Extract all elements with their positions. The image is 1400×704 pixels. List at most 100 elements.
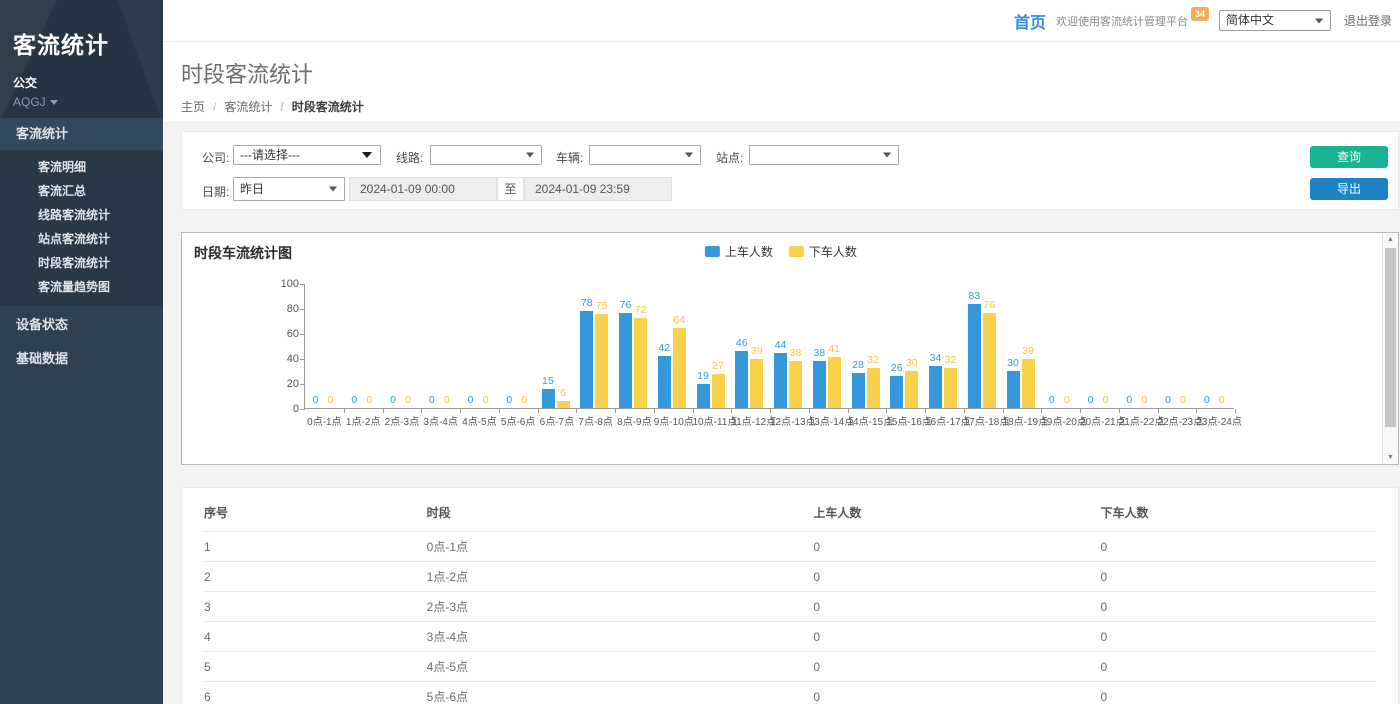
x-axis-label: 20点-21点	[1080, 413, 1119, 428]
y-axis-label: 60	[265, 328, 299, 340]
chart-scrollbar[interactable]: ▲ ▼	[1382, 233, 1398, 464]
account-name: AQGJ	[13, 95, 46, 109]
main-area: 首页 欢迎使用客流统计管理平台 34 简体中文 退出登录 时段客流统计 主页客流…	[163, 0, 1400, 704]
scrollbar-thumb[interactable]	[1385, 248, 1396, 427]
table-cell: 0	[1101, 652, 1376, 682]
chart-category-group: 3841	[809, 283, 848, 408]
chart-category-group: 00	[1080, 283, 1119, 408]
line-select[interactable]	[430, 145, 542, 165]
bar-alighting-value-label: 0	[1131, 394, 1157, 406]
language-select[interactable]: 简体中文	[1219, 10, 1331, 31]
sidebar-subitem-客流量趋势图[interactable]: 客流量趋势图	[0, 275, 163, 299]
chart-category-group: 00	[305, 283, 344, 408]
y-axis-label: 0	[265, 403, 299, 415]
sidebar-submenu: 客流明细客流汇总线路客流统计站点客流统计时段客流统计客流量趋势图	[0, 150, 163, 306]
sidebar-subitem-站点客流统计[interactable]: 站点客流统计	[0, 227, 163, 251]
bar-boarding	[1007, 371, 1020, 409]
line-label: 线路:	[396, 149, 423, 166]
station-select[interactable]	[749, 145, 899, 165]
sidebar-item-基础数据[interactable]: 基础数据	[0, 342, 163, 376]
sidebar-subitem-客流明细[interactable]: 客流明细	[0, 155, 163, 179]
bar-boarding	[735, 351, 748, 409]
home-link[interactable]: 首页	[1014, 9, 1046, 33]
bar-alighting	[1022, 359, 1035, 408]
bar-alighting-value-label: 41	[821, 343, 847, 355]
bar-alighting	[634, 318, 647, 408]
bar-alighting-value-label: 0	[318, 394, 344, 406]
x-axis-label: 16点-17点	[925, 413, 964, 428]
x-axis-label: 6点-7点	[538, 413, 577, 428]
table-header-时段: 时段	[427, 498, 814, 532]
y-axis-tick	[300, 409, 305, 410]
bar-alighting-value-label: 32	[938, 354, 964, 366]
bar-boarding	[929, 366, 942, 409]
date-to-word: 至	[497, 177, 524, 201]
table-row: 65点-6点00	[204, 682, 1376, 704]
breadcrumb-section[interactable]: 客流统计	[205, 100, 272, 114]
x-axis-label: 15点-16点	[886, 413, 925, 428]
scrollbar-up-icon[interactable]: ▲	[1383, 236, 1398, 243]
x-axis-label: 10点-11点	[693, 413, 732, 428]
table-cell: 0	[1101, 562, 1376, 592]
y-axis-label: 80	[265, 303, 299, 315]
x-axis-label: 22点-23点	[1158, 413, 1197, 428]
table-header-上车人数: 上车人数	[813, 498, 1100, 532]
date-from-input[interactable]: 2024-01-09 00:00	[349, 177, 497, 201]
search-button[interactable]: 查询	[1310, 146, 1388, 168]
bar-alighting	[828, 357, 841, 408]
y-axis-label: 40	[265, 353, 299, 365]
table-cell: 0	[813, 592, 1100, 622]
x-axis-label: 12点-13点	[770, 413, 809, 428]
bar-alighting-value-label: 0	[395, 394, 421, 406]
chart-category-group: 00	[1119, 283, 1158, 408]
scrollbar-down-icon[interactable]: ▼	[1383, 454, 1398, 461]
logout-link[interactable]: 退出登录	[1344, 12, 1392, 29]
chart-category-group: 00	[460, 283, 499, 408]
content-area: 公司: ---请选择--- 线路: 车辆: 站点: 日期: 昨日	[163, 121, 1400, 704]
chart-category-group: 4264	[654, 283, 693, 408]
legend-label-alighting: 下车人数	[809, 243, 857, 260]
app-title: 客流统计	[13, 26, 163, 60]
breadcrumb-current: 时段客流统计	[272, 100, 363, 114]
bar-alighting-value-label: 0	[1209, 394, 1235, 406]
sidebar-subitem-线路客流统计[interactable]: 线路客流统计	[0, 203, 163, 227]
vehicle-select[interactable]	[589, 145, 701, 165]
sidebar-menu: 客流统计客流明细客流汇总线路客流统计站点客流统计时段客流统计客流量趋势图设备状态…	[0, 118, 163, 376]
export-button[interactable]: 导出	[1310, 178, 1388, 200]
sidebar-subitem-客流汇总[interactable]: 客流汇总	[0, 179, 163, 203]
date-preset-select[interactable]: 昨日	[233, 177, 345, 201]
bar-alighting-value-label: 39	[744, 345, 770, 357]
chevron-down-icon	[883, 153, 891, 158]
sidebar-item-客流统计[interactable]: 客流统计	[0, 118, 163, 150]
x-axis-label: 13点-14点	[809, 413, 848, 428]
table-cell: 0	[1101, 682, 1376, 704]
breadcrumb-home[interactable]: 主页	[181, 100, 205, 114]
table-cell: 1点-2点	[427, 562, 814, 592]
table-cell: 3	[204, 592, 427, 622]
chart-plot: 020406080100000点-1点001点-2点002点-3点003点-4点…	[304, 284, 1234, 409]
table-row: 21点-2点00	[204, 562, 1376, 592]
legend-item-alighting[interactable]: 下车人数	[789, 243, 857, 260]
sidebar-item-设备状态[interactable]: 设备状态	[0, 308, 163, 342]
company-select[interactable]: ---请选择---	[233, 145, 381, 165]
vehicle-label: 车辆:	[556, 149, 583, 166]
sidebar-subitem-时段客流统计[interactable]: 时段客流统计	[0, 251, 163, 275]
chart-category-group: 156	[538, 283, 577, 408]
table-cell: 0点-1点	[427, 532, 814, 562]
legend-item-boarding[interactable]: 上车人数	[705, 243, 773, 260]
bar-alighting	[712, 374, 725, 408]
table-row: 43点-4点00	[204, 622, 1376, 652]
chart-category-group: 00	[344, 283, 383, 408]
chart-category-group: 1927	[693, 283, 732, 408]
x-axis-label: 7点-8点	[576, 413, 615, 428]
bar-boarding	[619, 313, 632, 408]
table-cell: 0	[813, 562, 1100, 592]
bar-boarding	[774, 353, 787, 408]
table-cell: 5	[204, 652, 427, 682]
x-axis-label: 17点-18点	[964, 413, 1003, 428]
account-dropdown[interactable]: AQGJ	[13, 95, 163, 109]
y-axis-label: 100	[265, 278, 299, 290]
table-cell: 0	[813, 652, 1100, 682]
date-to-input[interactable]: 2024-01-09 23:59	[524, 177, 672, 201]
bar-boarding	[580, 311, 593, 409]
